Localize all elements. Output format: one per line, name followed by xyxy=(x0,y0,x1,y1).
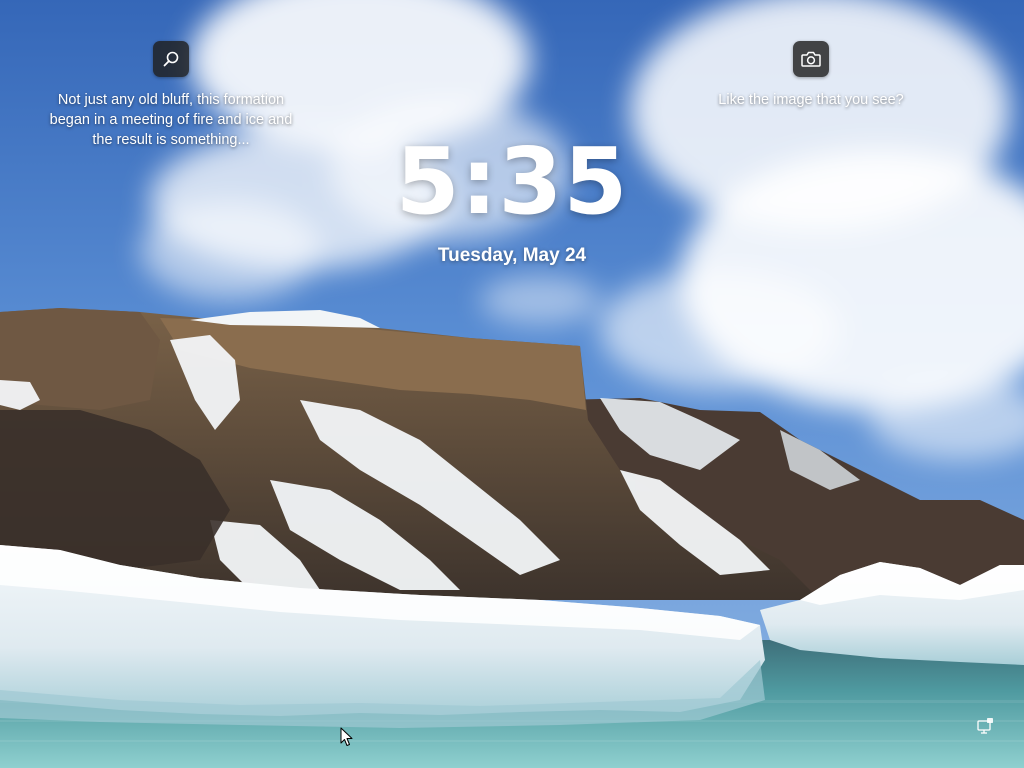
search-icon xyxy=(163,51,179,67)
spotlight-info: Not just any old bluff, this formation b… xyxy=(40,41,302,150)
network-ethernet-icon[interactable] xyxy=(976,717,994,735)
lock-screen[interactable]: Not just any old bluff, this formation b… xyxy=(0,0,1024,768)
mouse-cursor-icon xyxy=(340,727,353,746)
lock-screen-time: 5:35 xyxy=(395,128,629,235)
spotlight-like: Like the image that you see? xyxy=(700,41,922,110)
search-button[interactable] xyxy=(153,41,189,77)
lock-screen-date: Tuesday, May 24 xyxy=(437,245,587,266)
spotlight-caption: Not just any old bluff, this formation b… xyxy=(49,92,293,148)
like-image-button[interactable] xyxy=(793,41,829,77)
camera-icon xyxy=(801,51,821,67)
like-image-prompt[interactable]: Like the image that you see? xyxy=(718,90,903,110)
